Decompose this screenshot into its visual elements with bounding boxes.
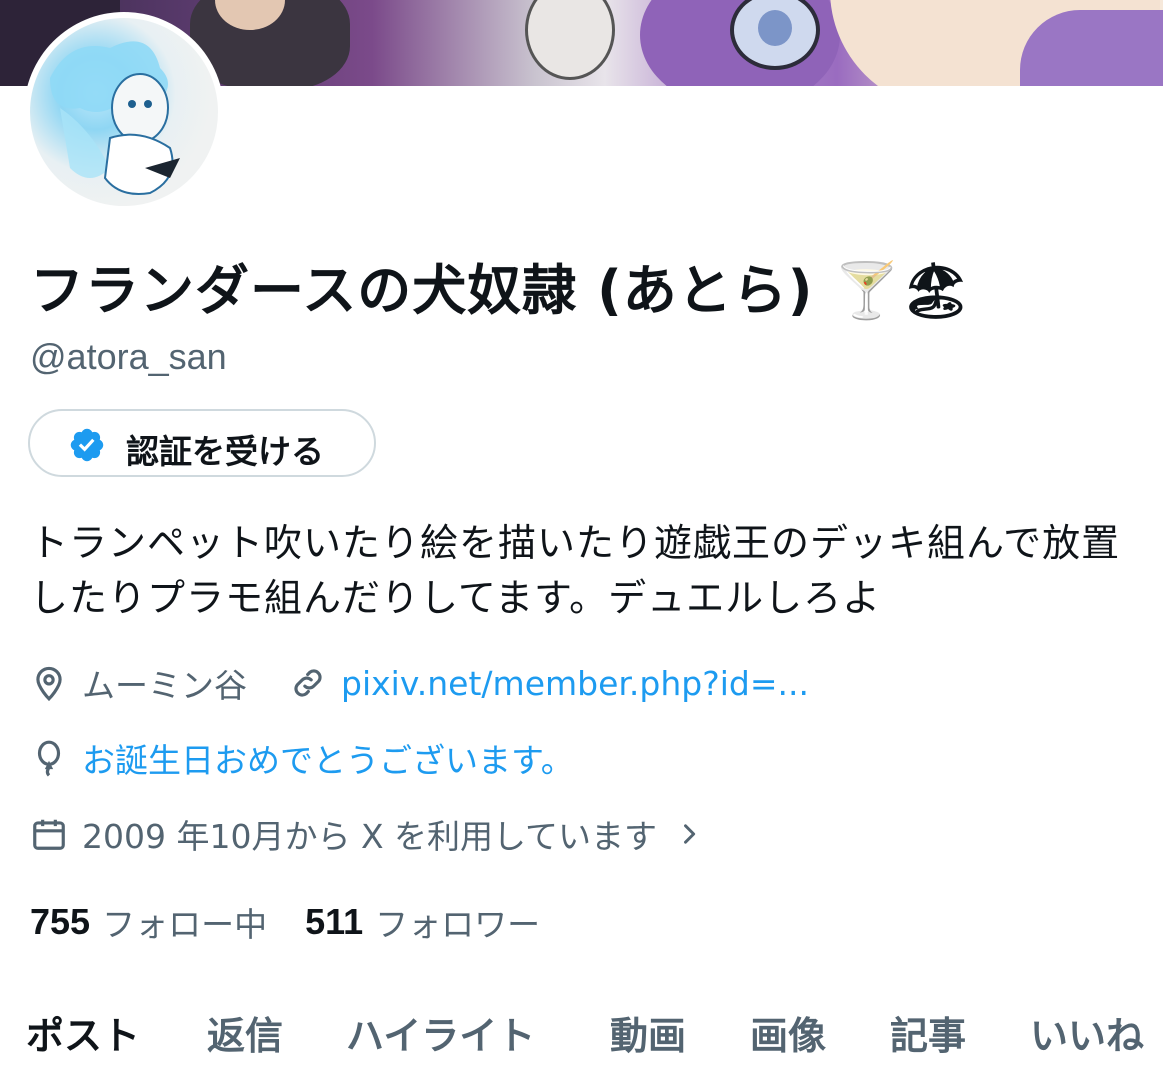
followers-link[interactable]: 511 フォロワー (305, 898, 540, 946)
get-verified-label: 認証を受ける (126, 432, 324, 471)
user-handle: @atora_san (30, 336, 227, 377)
followers-label: フォロワー (375, 905, 541, 944)
tab-articles[interactable]: 記事 (890, 1005, 966, 1060)
link-icon (294, 669, 322, 697)
joined-date: 2009 年10月から X を利用しています (82, 817, 658, 856)
calendar-icon (33, 819, 65, 850)
tab-replies[interactable]: 返信 (207, 1005, 283, 1060)
location-pin-icon (36, 666, 62, 702)
follow-counts: 755 フォロー中 511 フォロワー (30, 898, 540, 946)
location-text: ムーミン谷 (82, 666, 247, 705)
profile-tabs: ポスト 返信 ハイライト 動画 画像 記事 いいね (0, 1005, 1163, 1075)
tab-posts[interactable]: ポスト (26, 1005, 140, 1060)
display-name: フランダースの犬奴隷 (あとら) 🍸🏖 (30, 259, 972, 322)
joined-row[interactable]: 2009 年10月から X を利用しています (30, 810, 717, 858)
following-label: フォロー中 (102, 905, 268, 944)
verified-badge-icon (70, 428, 104, 462)
balloon-icon (37, 740, 61, 777)
profile-meta-row: ムーミン谷 pixiv.net/member.php?id=... (30, 659, 809, 707)
get-verified-button[interactable]: 認証を受ける (28, 409, 376, 477)
website-link[interactable]: pixiv.net/member.php?id=... (341, 664, 809, 703)
birthday-text[interactable]: お誕生日おめでとうございます。 (82, 734, 574, 782)
tab-likes[interactable]: いいね (1030, 1005, 1144, 1060)
birthday-row: お誕生日おめでとうございます。 (30, 734, 574, 782)
avatar[interactable] (30, 18, 218, 206)
tab-media[interactable]: 画像 (750, 1005, 826, 1060)
chevron-right-icon (684, 824, 696, 844)
following-count: 755 (30, 901, 91, 942)
following-link[interactable]: 755 フォロー中 (30, 898, 267, 946)
tab-highlights[interactable]: ハイライト (346, 1005, 535, 1060)
followers-count: 511 (305, 901, 364, 942)
tab-videos[interactable]: 動画 (610, 1005, 686, 1060)
profile-bio: トランペット吹いたり絵を描いたり遊戯王のデッキ組んで放置したりプラモ組んだりして… (30, 521, 1121, 620)
